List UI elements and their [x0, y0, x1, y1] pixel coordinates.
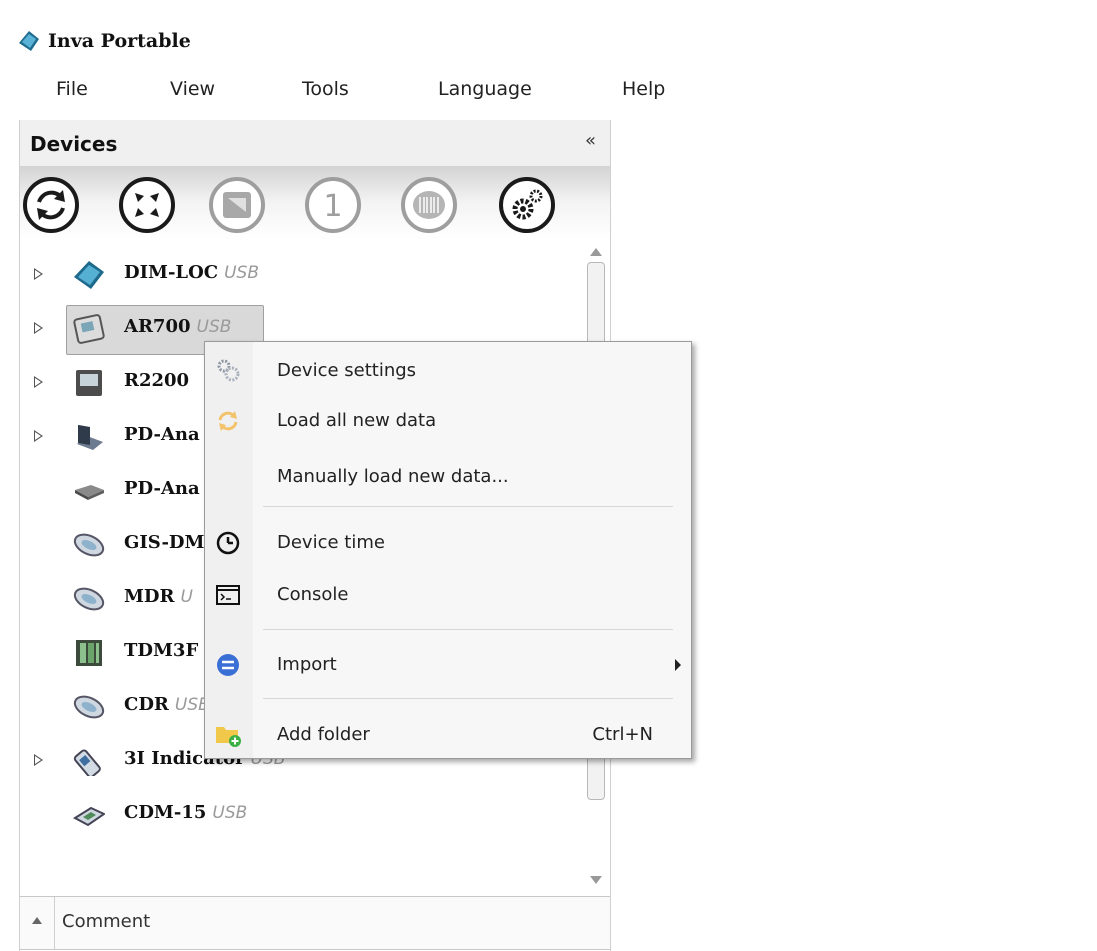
barcode-icon[interactable]: [400, 176, 458, 234]
device-name-text: PD-Ana: [124, 424, 200, 445]
menu-item-device-settings[interactable]: Device settings: [205, 348, 691, 394]
device-name-text: CDR: [124, 694, 169, 715]
device-name-text: MDR: [124, 586, 175, 607]
device-name-text: R2200: [124, 370, 190, 391]
title-bar: Inva Portable: [18, 26, 191, 56]
r2200-device-icon: [76, 370, 102, 396]
devices-toolbar: 1: [20, 166, 610, 240]
menu-help[interactable]: Help: [622, 78, 665, 100]
expand-arrow-icon[interactable]: [34, 268, 43, 280]
dim-loc-device-icon: [74, 261, 104, 289]
cdm-15-device-icon: [73, 806, 105, 827]
device-connection: U: [180, 587, 193, 607]
device-name: TDM3F: [124, 640, 204, 661]
tree-item-cdm-15[interactable]: CDM-15 USB: [20, 788, 580, 842]
collapse-panel-button[interactable]: «: [585, 130, 596, 151]
tdm3f-device-icon: [76, 640, 102, 666]
expand-arrow-icon[interactable]: [34, 430, 43, 442]
expand-arrow-icon[interactable]: [34, 376, 43, 388]
refresh-icon[interactable]: [22, 176, 80, 234]
menu-separator: [263, 506, 673, 507]
menu-item-shortcut: Ctrl+N: [592, 724, 653, 745]
cdr-device-icon: [73, 695, 105, 719]
clock-icon: [216, 531, 240, 555]
menu-separator: [263, 698, 673, 699]
submenu-arrow-icon: [675, 659, 681, 671]
pd-analyzer-box-icon: [75, 485, 104, 500]
menu-item-label: Import: [277, 654, 337, 675]
menu-view[interactable]: View: [170, 78, 215, 100]
menu-item-import[interactable]: Import: [205, 642, 691, 688]
menu-language[interactable]: Language: [438, 78, 532, 100]
gears-icon: [217, 359, 240, 382]
device-name: R2200: [124, 370, 195, 391]
app-title: Inva Portable: [48, 30, 191, 52]
menu-tools[interactable]: Tools: [302, 78, 349, 100]
device-name: CDR USB: [124, 694, 210, 715]
import-icon: [217, 654, 239, 676]
devices-header: Devices «: [20, 120, 610, 166]
menu-item-manually-load-new-data[interactable]: Manually load new data...: [205, 454, 691, 500]
recorder-icon[interactable]: [208, 176, 266, 234]
comment-section-header[interactable]: Comment: [20, 896, 610, 950]
device-name: PD-Ana: [124, 424, 206, 445]
device-name: DIM-LOC USB: [124, 262, 259, 283]
device-name-text: GIS-DM: [124, 532, 205, 553]
device-connection: USB: [196, 317, 232, 337]
menu-file[interactable]: File: [56, 78, 88, 100]
refresh-orange-icon: [218, 411, 238, 431]
pd-analyzer-laptop-icon: [77, 424, 103, 450]
menu-bar: File View Tools Language Help: [0, 78, 720, 104]
compress-icon[interactable]: [118, 176, 176, 234]
menu-item-label: Console: [277, 584, 349, 605]
menu-item-label: Device time: [277, 532, 385, 553]
device-name-text: DIM-LOC: [124, 262, 219, 283]
scroll-up-arrow-icon[interactable]: [590, 248, 602, 256]
menu-item-label: Manually load new data...: [277, 466, 509, 487]
panel-title: Devices: [30, 132, 118, 156]
menu-item-load-all-new-data[interactable]: Load all new data: [205, 398, 691, 444]
comment-label: Comment: [62, 911, 151, 932]
device-connection: USB: [224, 263, 259, 283]
menu-item-label: Load all new data: [277, 410, 437, 431]
device-name: GIS-DM: [124, 532, 210, 553]
3i-indicator-device-icon: [73, 749, 101, 776]
device-name: AR700 USB: [124, 316, 231, 337]
tree-item-dim-loc[interactable]: DIM-LOC USB: [20, 248, 580, 302]
menu-item-add-folder[interactable]: Add folder Ctrl+N: [205, 712, 691, 758]
expand-arrow-icon[interactable]: [34, 322, 43, 334]
mdr-device-icon: [73, 587, 105, 611]
menu-item-label: Add folder: [277, 724, 370, 745]
device-name: CDM-15 USB: [124, 802, 247, 823]
device-name-text: PD-Ana: [124, 478, 200, 499]
collapse-up-arrow-icon[interactable]: [32, 917, 42, 924]
device-name-text: AR700: [124, 316, 191, 337]
expand-arrow-icon[interactable]: [34, 754, 43, 766]
device-context-menu: Device settings Load all new data Manual…: [204, 341, 692, 759]
ar700-device-icon: [73, 314, 105, 344]
svg-text:1: 1: [323, 189, 342, 224]
console-icon: [216, 585, 240, 605]
device-name-text: TDM3F: [124, 640, 199, 661]
device-name: MDR U: [124, 586, 193, 607]
add-folder-icon: [216, 727, 241, 747]
scroll-down-arrow-icon[interactable]: [590, 876, 602, 884]
menu-item-label: Device settings: [277, 360, 417, 381]
menu-separator: [263, 629, 673, 630]
gis-dm-device-icon: [73, 533, 105, 557]
settings-gears-icon[interactable]: [498, 176, 556, 234]
divider: [54, 897, 55, 949]
number-one-icon[interactable]: 1: [304, 176, 362, 234]
menu-item-console[interactable]: Console: [205, 572, 691, 618]
device-name-text: CDM-15: [124, 802, 207, 823]
inva-logo-icon: [19, 31, 39, 51]
menu-item-device-time[interactable]: Device time: [205, 520, 691, 566]
device-name: PD-Ana: [124, 478, 206, 499]
device-connection: USB: [212, 803, 248, 823]
